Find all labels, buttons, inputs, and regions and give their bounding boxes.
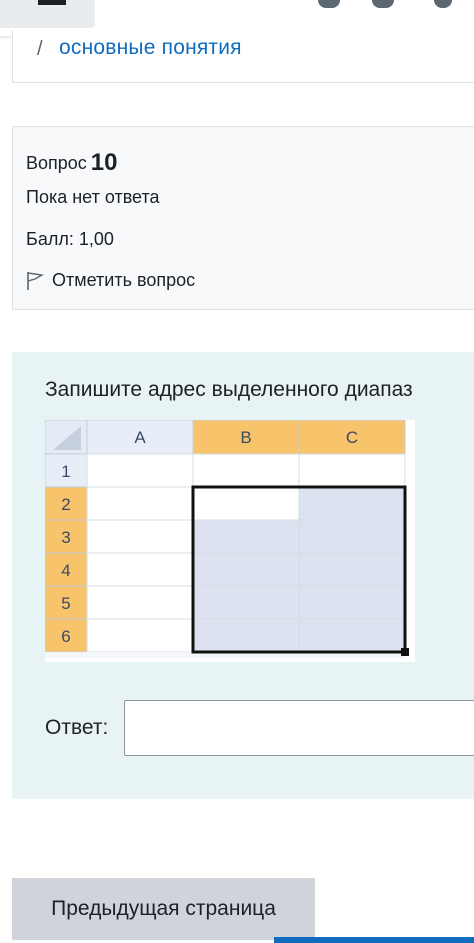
cell-a6: [86, 618, 194, 653]
row-label-1: 1: [61, 462, 70, 481]
row-label-5: 5: [61, 594, 70, 613]
column-label-c: C: [346, 428, 358, 447]
cell-a4: [86, 552, 194, 587]
menu-button[interactable]: [0, 0, 95, 28]
spreadsheet-grid: A B C 1 2 3 4 5 6: [45, 420, 409, 658]
cell-b6: [192, 618, 300, 653]
cell-a2: [86, 486, 194, 521]
chat-icon[interactable]: [372, 0, 394, 8]
fill-handle: [401, 648, 409, 656]
cell-b2: [192, 486, 300, 521]
breadcrumb-separator: /: [37, 38, 43, 60]
cell-c4: [298, 552, 406, 587]
question-word: Вопрос: [26, 153, 87, 173]
cell-b3: [192, 519, 300, 554]
next-page-button[interactable]: [274, 937, 474, 943]
hamburger-icon: [38, 0, 66, 5]
answer-input[interactable]: [124, 700, 474, 756]
cell-c3: [298, 519, 406, 554]
question-grade: Балл: 1,00: [26, 229, 114, 249]
answer-label: Ответ:: [45, 716, 109, 739]
flag-question-link[interactable]: Отметить вопрос: [26, 270, 195, 291]
question-state: Пока нет ответа: [26, 187, 160, 207]
question-text: Запишите адрес выделенного диапаз: [45, 378, 413, 401]
breadcrumb-link[interactable]: основные понятия: [59, 36, 242, 60]
question-info-panel: Вопрос 10 Пока нет ответа Балл: 1,00 Отме…: [12, 126, 474, 310]
cell-c2: [298, 486, 406, 521]
cell-a1: [86, 453, 194, 488]
cell-a3: [86, 519, 194, 554]
flag-icon: [27, 271, 44, 290]
row-label-4: 4: [61, 561, 70, 580]
question-label: Вопрос 10: [26, 148, 118, 176]
row-label-2: 2: [61, 495, 70, 514]
question-number: 10: [90, 149, 118, 176]
row-label-3: 3: [61, 528, 70, 547]
column-label-b: B: [240, 428, 251, 447]
cell-c5: [298, 585, 406, 620]
bell-icon[interactable]: [318, 0, 340, 8]
flag-label: Отметить вопрос: [52, 270, 196, 290]
spreadsheet-image: A B C 1 2 3 4 5 6: [45, 420, 415, 662]
cell-c6: [298, 618, 406, 653]
previous-page-button[interactable]: Предыдущая страница: [12, 878, 315, 940]
breadcrumb: / основные понятия: [12, 30, 474, 83]
cell-b1: [192, 453, 300, 488]
cell-c1: [298, 453, 406, 488]
column-label-a: A: [134, 428, 146, 447]
row-label-6: 6: [61, 627, 70, 646]
user-menu-icon[interactable]: [434, 0, 452, 8]
cell-a5: [86, 585, 194, 620]
cell-b5: [192, 585, 300, 620]
cell-b4: [192, 552, 300, 587]
